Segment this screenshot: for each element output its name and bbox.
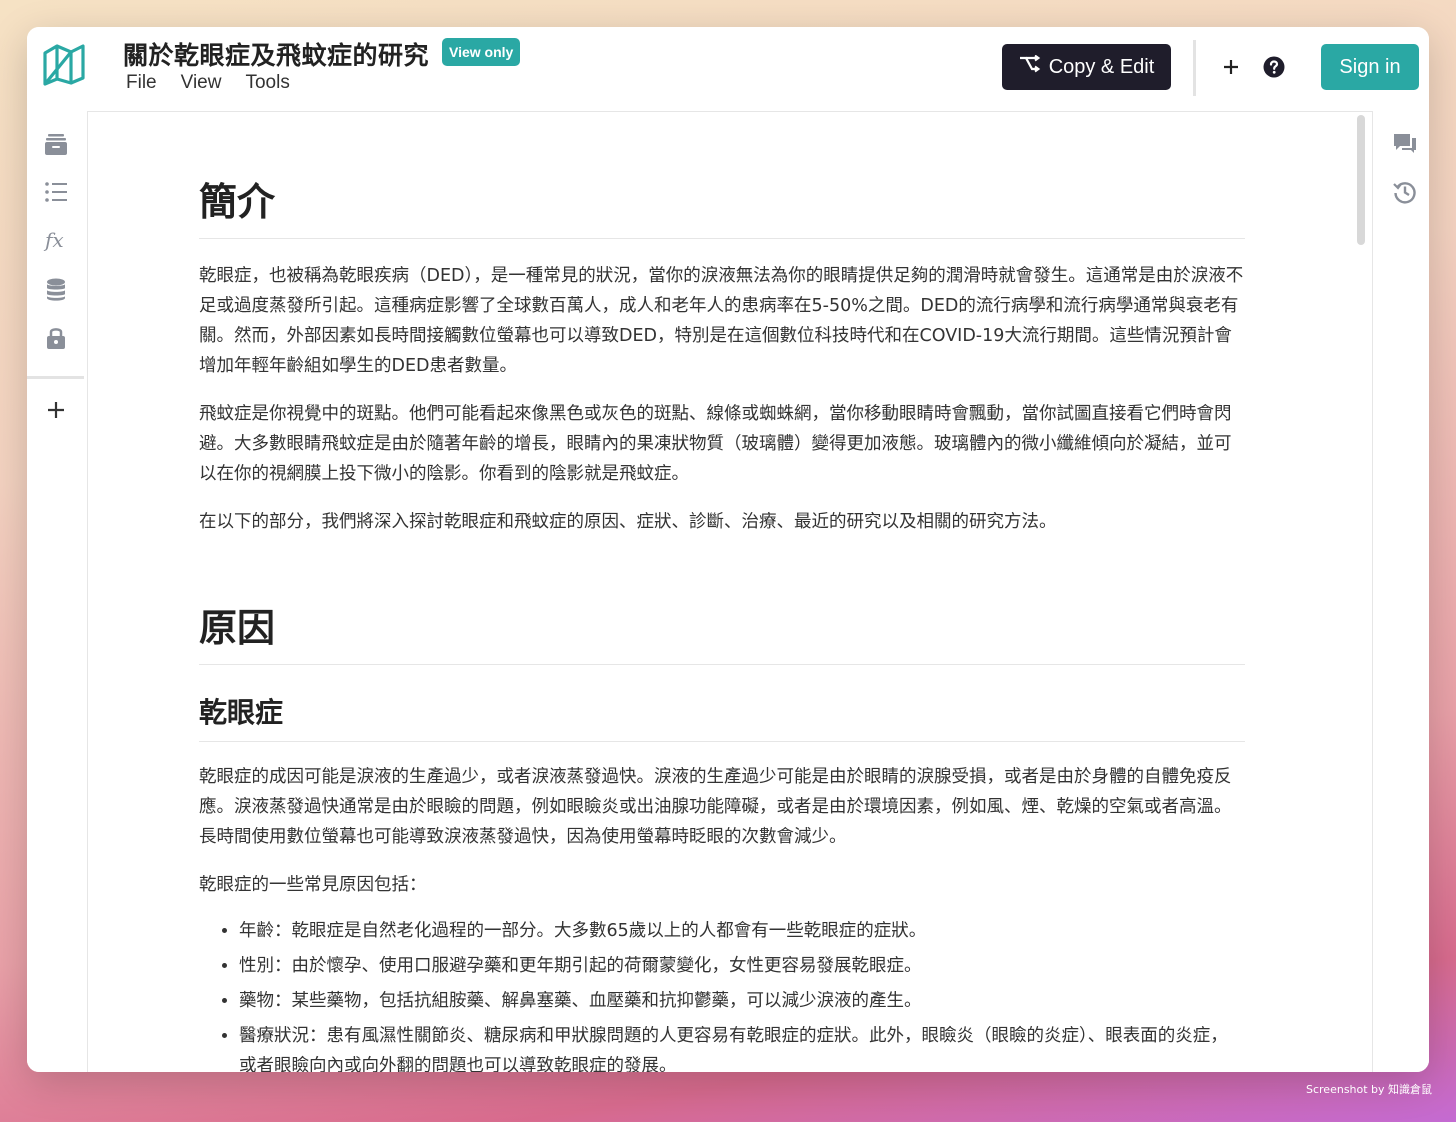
- function-icon[interactable]: fx: [41, 225, 71, 255]
- notebook-logo-icon[interactable]: [41, 41, 87, 87]
- right-sidebar: [1372, 111, 1429, 1072]
- plus-icon[interactable]: [1217, 53, 1245, 81]
- subheading-dry-eye: 乾眼症: [199, 691, 1245, 742]
- section-heading-intro: 簡介: [199, 171, 1245, 239]
- fork-icon: [1019, 54, 1041, 79]
- causes-paragraph-2: 乾眼症的一些常見原因包括：: [199, 875, 427, 895]
- comments-icon[interactable]: [1390, 129, 1420, 159]
- svg-text:fx: fx: [43, 228, 64, 252]
- archive-icon[interactable]: [41, 129, 71, 159]
- document-title[interactable]: 關於乾眼症及飛蚊症的研究: [123, 36, 429, 72]
- causes-paragraph-1: 乾眼症的成因可能是淚液的生產過少，或者淚液蒸發過快。淚液的生產過少可能是由於眼睛…: [199, 767, 1232, 847]
- sidebar-divider: [27, 376, 84, 379]
- list-item: 年齡：乾眼症是自然老化過程的一部分。大多數65歲以上的人都會有一些乾眼症的症狀。: [239, 916, 1245, 946]
- copy-edit-label: Copy & Edit: [1048, 55, 1155, 78]
- intro-paragraph-1: 乾眼症，也被稱為乾眼疾病（DED），是一種常見的狀況，當你的淚液無法為你的眼睛提…: [199, 266, 1244, 376]
- screenshot-watermark: Screenshot by 知識倉鼠: [1306, 1083, 1433, 1096]
- causes-list: 年齡：乾眼症是自然老化過程的一部分。大多數65歲以上的人都會有一些乾眼症的症狀。…: [199, 916, 1245, 1072]
- intro-paragraph-3: 在以下的部分，我們將深入探討乾眼症和飛蚊症的原因、症狀、診斷、治療、最近的研究以…: [199, 512, 1057, 532]
- top-header: 關於乾眼症及飛蚊症的研究 View only File View Tools C…: [27, 27, 1429, 112]
- menu-bar: File View Tools: [126, 72, 290, 94]
- header-divider: [1193, 40, 1196, 96]
- history-icon[interactable]: [1390, 177, 1420, 207]
- app-window: 關於乾眼症及飛蚊症的研究 View only File View Tools C…: [27, 27, 1429, 1072]
- intro-paragraph-2: 飛蚊症是你視覺中的斑點。他們可能看起來像黑色或灰色的斑點、線條或蜘蛛網，當你移動…: [199, 404, 1232, 484]
- sign-in-button[interactable]: Sign in: [1321, 44, 1419, 90]
- menu-file[interactable]: File: [126, 72, 157, 94]
- help-circle-icon[interactable]: [1260, 53, 1288, 81]
- menu-view[interactable]: View: [181, 72, 222, 94]
- section-heading-causes: 原因: [199, 597, 1245, 665]
- database-icon[interactable]: [41, 275, 71, 305]
- list-item: 藥物：某些藥物，包括抗組胺藥、解鼻塞藥、血壓藥和抗抑鬱藥，可以減少淚液的產生。: [239, 986, 1245, 1016]
- list-icon[interactable]: [41, 177, 71, 207]
- left-sidebar: fx: [27, 111, 88, 1072]
- list-item: 醫療狀況：患有風濕性關節炎、糖尿病和甲狀腺問題的人更容易有乾眼症的症狀。此外，眼…: [239, 1021, 1245, 1072]
- copy-edit-button[interactable]: Copy & Edit: [1002, 44, 1171, 90]
- menu-tools[interactable]: Tools: [245, 72, 289, 94]
- scrollbar-thumb[interactable]: [1357, 115, 1365, 245]
- plus-icon[interactable]: [41, 395, 71, 425]
- list-item: 性別：由於懷孕、使用口服避孕藥和更年期引起的荷爾蒙變化，女性更容易發展乾眼症。: [239, 951, 1245, 981]
- document-content: 簡介 乾眼症，也被稱為乾眼疾病（DED），是一種常見的狀況，當你的淚液無法為你的…: [199, 111, 1245, 1072]
- lock-icon[interactable]: [41, 323, 71, 353]
- view-only-badge: View only: [442, 38, 521, 66]
